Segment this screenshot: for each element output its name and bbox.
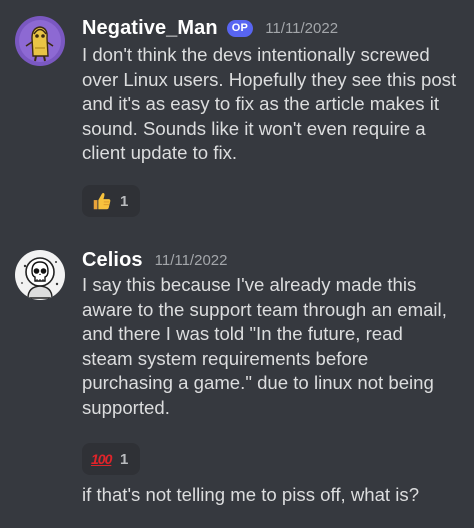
- message-content: I don't think the devs intentionally scr…: [82, 43, 472, 166]
- message-line: I don't think the devs intentionally scr…: [82, 44, 430, 65]
- message-line: sound. Sounds like it won't even require…: [82, 117, 426, 139]
- thumbs-up-icon: [93, 192, 111, 210]
- message-line: over Linux users. Hopefully they see thi…: [82, 68, 457, 90]
- timestamp: 11/11/2022: [154, 251, 228, 269]
- yellow-cartoon-figure-avatar-icon: [15, 16, 65, 66]
- message-line: and there I was told "In the future, rea…: [82, 323, 403, 344]
- reaction-hundred-points[interactable]: 100 1: [82, 443, 140, 475]
- reaction-thumbs-up[interactable]: 1: [82, 185, 140, 217]
- op-badge: OP: [226, 19, 254, 37]
- username[interactable]: Celios: [82, 249, 143, 272]
- message-line: and it's as easy to fix as the article m…: [82, 93, 439, 114]
- message-line: I say this because I've already made thi…: [82, 274, 417, 295]
- message-header: Negative_Man OP 11/11/2022: [82, 13, 338, 43]
- username[interactable]: Negative_Man: [82, 17, 218, 40]
- message-content-followup: if that's not telling me to piss off, wh…: [82, 483, 472, 508]
- reaction-count: 1: [120, 450, 129, 468]
- message-line: client update to fix.: [82, 142, 238, 163]
- hundred-points-icon: 100: [91, 451, 112, 467]
- message-line: purchasing a game." due to linux not bei…: [82, 372, 434, 393]
- skull-astronaut-avatar-icon: [15, 250, 65, 300]
- message-line: supported.: [82, 396, 170, 418]
- message-line: steam system requirements before: [82, 347, 369, 369]
- avatar[interactable]: [15, 250, 65, 300]
- message-content: I say this because I've already made thi…: [82, 273, 472, 420]
- message-line: aware to the support team through an ema…: [82, 298, 447, 320]
- reaction-count: 1: [120, 192, 129, 210]
- avatar[interactable]: [15, 16, 65, 66]
- message-line: if that's not telling me to piss off, wh…: [82, 484, 420, 505]
- timestamp: 11/11/2022: [265, 19, 339, 37]
- message-header: Celios 11/11/2022: [82, 245, 227, 275]
